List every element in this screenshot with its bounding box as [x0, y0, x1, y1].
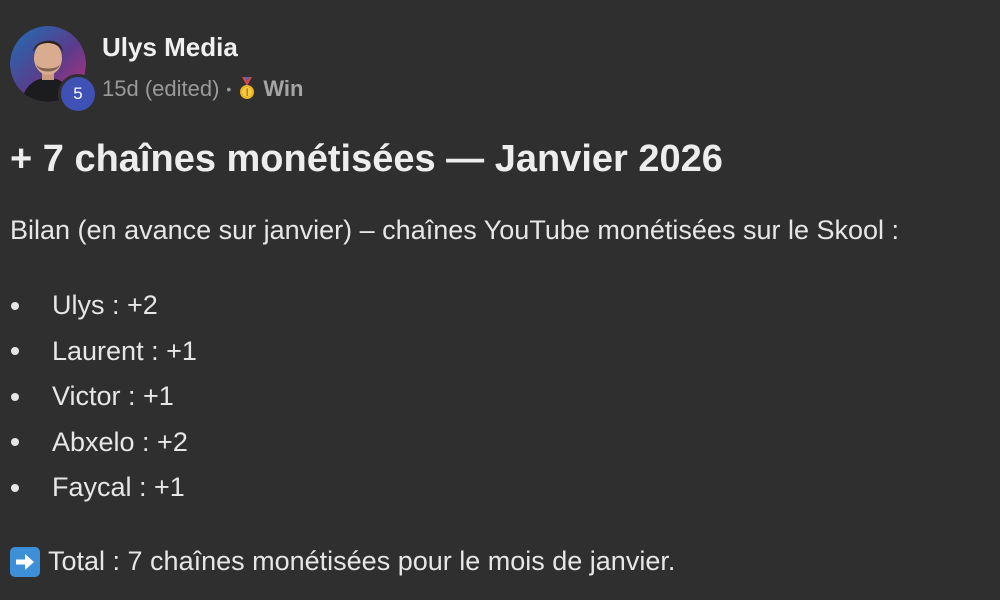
- author-avatar-wrap[interactable]: 5: [10, 26, 98, 114]
- list-item-text: Abxelo : +2: [52, 426, 188, 457]
- bullet: [11, 483, 19, 492]
- bullet: [11, 392, 19, 401]
- list-item-text: Victor : +1: [52, 381, 174, 412]
- post-meta: 15d (edited) • Win: [102, 76, 303, 102]
- list-item-text: Ulys : +2: [52, 290, 158, 321]
- bullet: [11, 438, 19, 447]
- level-badge: 5: [58, 74, 98, 114]
- post-title: + 7 chaînes monétisées — Janvier 2026: [10, 138, 723, 180]
- list-item-text: Laurent : +1: [52, 335, 197, 366]
- post-total-line: Total : 7 chaînes monétisées pour le moi…: [10, 546, 675, 577]
- right-arrow-icon: [10, 546, 40, 577]
- post-category[interactable]: Win: [263, 76, 303, 102]
- list-item-text: Faycal : +1: [52, 472, 185, 503]
- medal-icon: [240, 77, 255, 99]
- post-total: Total : 7 chaînes monétisées pour le moi…: [48, 546, 676, 576]
- bullet: [11, 301, 19, 310]
- post-intro: Bilan (en avance sur janvier) – chaînes …: [10, 215, 900, 245]
- author-name[interactable]: Ulys Media: [102, 32, 238, 63]
- meta-separator: •: [226, 81, 232, 97]
- post-time[interactable]: 15d (edited): [102, 76, 219, 102]
- post-card: 5 Ulys Media 15d (edited) • Win + 7 chaî…: [0, 0, 1000, 600]
- bullet: [11, 347, 19, 356]
